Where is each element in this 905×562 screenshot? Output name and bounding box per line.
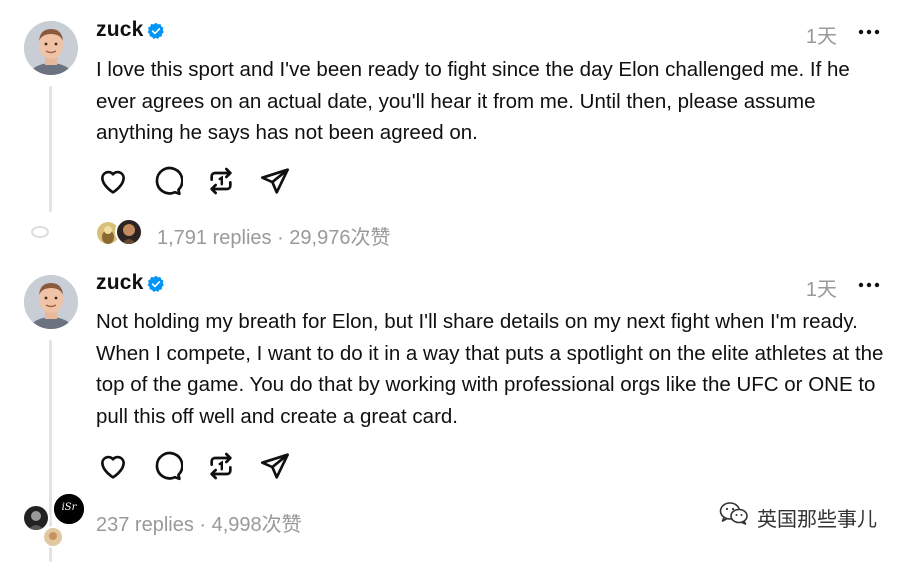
heart-icon[interactable] — [96, 164, 130, 198]
post-stats[interactable]: 1,791 replies · 29,976次赞 — [157, 221, 390, 250]
thread-post: zuck 1天 I love this sport and I've been … — [0, 0, 905, 262]
post-actions — [96, 164, 292, 198]
verified-badge-icon — [147, 275, 165, 293]
verified-badge-icon — [147, 22, 165, 40]
post-text: I love this sport and I've been ready to… — [96, 58, 850, 144]
post-actions — [96, 449, 292, 483]
post-timestamp: 1天 — [805, 26, 837, 48]
repost-icon[interactable] — [204, 164, 238, 198]
repost-icon[interactable] — [204, 449, 238, 483]
author-username[interactable]: zuck — [96, 18, 144, 42]
heart-icon[interactable] — [96, 449, 130, 483]
wechat-icon — [719, 501, 749, 533]
replier-avatar-label: iSr — [61, 502, 77, 513]
comment-bubble-icon[interactable] — [150, 164, 184, 198]
comment-bubble-icon[interactable] — [150, 449, 184, 483]
more-options-icon[interactable] — [855, 275, 883, 295]
post-timestamp: 1天 — [805, 279, 837, 301]
replier-avatar[interactable] — [115, 218, 143, 246]
post-stats[interactable]: 237 replies · 4,998次赞 — [96, 508, 302, 537]
post-text: Not holding my breath for Elon, but I'll… — [96, 310, 884, 428]
more-options-icon[interactable] — [855, 22, 883, 42]
send-icon[interactable] — [258, 164, 292, 198]
replier-avatar[interactable] — [42, 526, 64, 548]
watermark: 英国那些事儿 — [719, 501, 877, 533]
send-icon[interactable] — [258, 449, 292, 483]
author-username[interactable]: zuck — [96, 271, 144, 295]
author-avatar[interactable] — [24, 275, 78, 329]
thread-connector — [49, 86, 52, 212]
watermark-text: 英国那些事儿 — [757, 508, 877, 531]
thread-end-indicator — [31, 226, 49, 238]
replier-avatar-isr[interactable]: iSr — [52, 492, 86, 526]
author-avatar[interactable] — [24, 21, 78, 75]
